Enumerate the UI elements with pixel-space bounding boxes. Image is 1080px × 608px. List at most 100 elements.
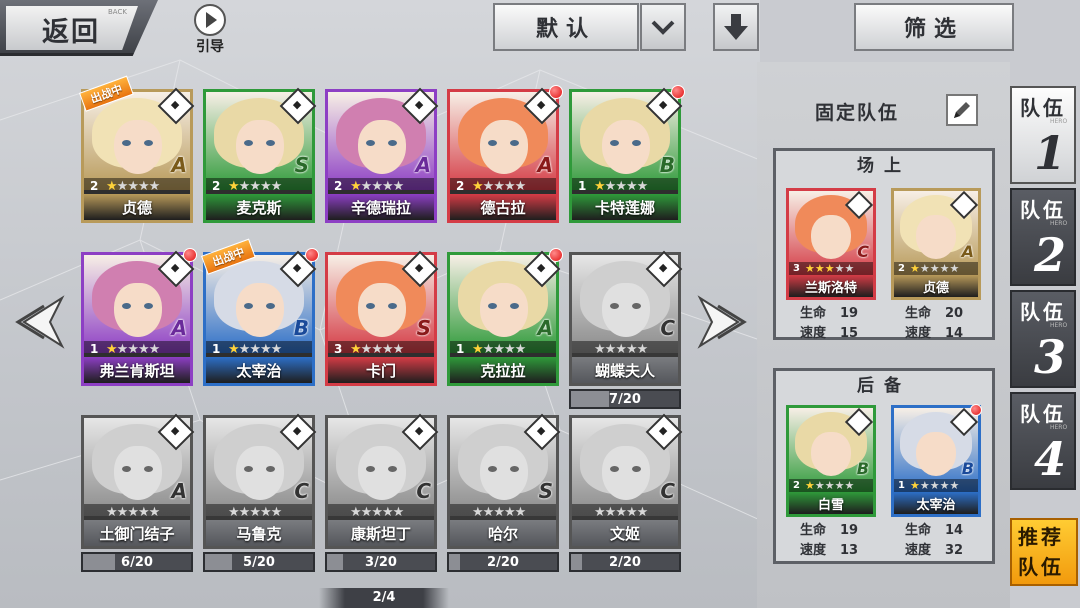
- class-glyph: ◆: [414, 97, 424, 111]
- progress-fill: [571, 391, 609, 407]
- hero-card[interactable]: ◆ C ★ ★ ★ ★ ★ 康斯坦丁: [325, 413, 439, 549]
- hero-card[interactable]: ◆ S 3 ★ ★ ★ ★ ★ 卡门: [325, 250, 439, 386]
- shard-progress: 3/20: [325, 552, 437, 572]
- hero-name: 土御门结子: [84, 520, 190, 546]
- team-member-card[interactable]: C 3 ★ ★ ★ ★ ★ 兰斯洛特: [786, 188, 876, 300]
- rank-letter: S: [416, 316, 431, 340]
- hero-eye: [610, 140, 619, 146]
- star-icon: ★: [919, 262, 930, 275]
- hero-card[interactable]: ◆ A 2 ★ ★ ★ ★ ★ 德古拉: [447, 85, 563, 223]
- team-tab-sub: HERO: [1050, 424, 1068, 431]
- class-glyph: ◆: [292, 423, 302, 437]
- sort-order-button[interactable]: [713, 3, 759, 51]
- filter-button[interactable]: 筛选: [854, 3, 1014, 51]
- hero-name: 贞德: [84, 194, 190, 220]
- sort-button[interactable]: 默认: [493, 3, 639, 51]
- shard-progress: 7/20: [569, 389, 681, 409]
- team-member-card[interactable]: B 2 ★ ★ ★ ★ ★ 白雪: [786, 405, 876, 517]
- hero-card[interactable]: ◆ A ★ ★ ★ ★ ★ 土御门结子: [81, 413, 195, 549]
- class-glyph: ◆: [658, 97, 668, 111]
- hp-stat: 生命 20: [905, 302, 963, 321]
- team-member-card[interactable]: A 2 ★ ★ ★ ★ ★ 贞德: [891, 188, 981, 300]
- page-indicator: 2/4: [319, 588, 449, 608]
- hero-face: [480, 283, 528, 337]
- hero-card[interactable]: ◆ C ★ ★ ★ ★ ★ 马鲁克: [203, 413, 317, 549]
- hero-name: 卡门: [328, 357, 434, 383]
- rank-letter: C: [416, 479, 431, 503]
- star-row: 2 ★ ★ ★ ★ ★: [328, 178, 434, 194]
- recommend-team-button[interactable]: 推荐队伍: [1010, 518, 1078, 586]
- hero-card[interactable]: ◆ C ★ ★ ★ ★ ★ 文姬: [569, 413, 683, 549]
- hero-face: [916, 432, 956, 476]
- star-row: 1 ★ ★ ★ ★ ★: [84, 341, 190, 357]
- star-icon: ★: [805, 479, 815, 492]
- hero-level: 2: [334, 179, 343, 193]
- team-tab-3[interactable]: 队伍 HERO 3: [1010, 290, 1076, 388]
- class-glyph: ◆: [292, 260, 302, 274]
- star-icon: ★: [392, 178, 405, 194]
- rank-letter: C: [660, 316, 675, 340]
- progress-fill: [83, 554, 116, 570]
- hero-eye: [388, 140, 397, 146]
- hero-card[interactable]: ◆ A 1 ★ ★ ★ ★ ★ 弗兰肯斯坦: [81, 248, 197, 386]
- star-row: ★ ★ ★ ★ ★: [206, 504, 312, 520]
- hero-level: 1: [456, 342, 465, 356]
- hero-face: [236, 283, 284, 337]
- hero-eye: [488, 303, 497, 309]
- class-glyph: ◆: [536, 97, 546, 111]
- team-tab-sub: HERO: [1050, 118, 1068, 125]
- hero-card[interactable]: ◆ A 1 ★ ★ ★ ★ ★ 克拉拉: [447, 248, 563, 386]
- star-icon: ★: [636, 341, 649, 357]
- team-tab-2[interactable]: 队伍 HERO 2: [1010, 188, 1076, 286]
- hero-eye: [632, 466, 641, 472]
- team-tab-number: 4: [1034, 432, 1067, 486]
- pencil-icon: [954, 102, 970, 118]
- rank-letter: A: [961, 242, 974, 261]
- hero-card[interactable]: ◆ C ★ ★ ★ ★ ★ 蝴蝶夫人: [569, 250, 683, 386]
- star-icon: ★: [949, 479, 960, 492]
- team-member-card[interactable]: B 1 ★ ★ ★ ★ ★ 太宰治: [891, 404, 982, 517]
- hero-level: 1: [578, 179, 587, 193]
- star-icon: ★: [910, 262, 920, 275]
- hero-card[interactable]: ◆ S 2 ★ ★ ★ ★ ★ 麦克斯: [203, 87, 317, 223]
- hero-eye: [610, 303, 619, 309]
- guide-label: 引导: [196, 39, 224, 55]
- rank-letter: C: [857, 242, 869, 261]
- edit-team-button[interactable]: [946, 94, 978, 126]
- sort-label: 默认: [535, 17, 596, 42]
- back-button[interactable]: 返回 BACK: [0, 0, 158, 56]
- hero-eye: [122, 140, 131, 146]
- team-tabs: 队伍 HERO 1 队伍 HERO 2 队伍 HERO 3 队伍 HERO 4: [1010, 58, 1080, 498]
- progress-text: 6/20: [121, 554, 153, 570]
- star-row: 1 ★ ★ ★ ★ ★: [206, 341, 312, 357]
- star-row: 1 ★ ★ ★ ★ ★: [450, 341, 556, 357]
- speed-label: 速度: [905, 543, 932, 558]
- hero-card[interactable]: ◆ B 1 ★ ★ ★ ★ ★ 卡特莲娜: [569, 85, 685, 223]
- team-tab-4[interactable]: 队伍 HERO 4: [1010, 392, 1076, 490]
- hero-card[interactable]: ◆ S ★ ★ ★ ★ ★ 哈尔: [447, 413, 561, 549]
- next-page-arrow[interactable]: [692, 292, 752, 352]
- sort-dropdown-button[interactable]: [640, 3, 686, 51]
- hero-level: 1: [90, 342, 99, 356]
- rank-letter: B: [856, 459, 869, 478]
- team-tab-1[interactable]: 队伍 HERO 1: [1010, 86, 1076, 184]
- rank-letter: S: [538, 479, 553, 503]
- rank-letter: A: [537, 153, 553, 177]
- hero-card[interactable]: ◆ A 2 ★ ★ ★ ★ ★ 辛德瑞拉: [325, 87, 439, 223]
- star-icon: ★: [636, 504, 649, 520]
- star-row: 3 ★ ★ ★ ★ ★: [789, 262, 873, 275]
- hero-face: [602, 283, 650, 337]
- filter-label: 筛选: [903, 17, 964, 42]
- guide-button[interactable]: 引导: [187, 4, 233, 56]
- hero-card[interactable]: ◆ A 2 ★ ★ ★ ★ ★ 贞德 出战中: [79, 75, 195, 223]
- team-tab-number: 2: [1034, 228, 1067, 282]
- shard-progress: 2/20: [447, 552, 559, 572]
- prev-page-arrow[interactable]: [10, 292, 70, 352]
- hero-level: 2: [793, 480, 800, 491]
- hero-level: 3: [793, 263, 800, 274]
- hero-name: 康斯坦丁: [328, 520, 434, 546]
- hero-card[interactable]: ◆ B 1 ★ ★ ★ ★ ★ 太宰治 出战中: [201, 238, 319, 386]
- star-icon: ★: [834, 262, 845, 275]
- hp-stat: 生命 19: [800, 519, 858, 538]
- hero-eye: [144, 140, 153, 146]
